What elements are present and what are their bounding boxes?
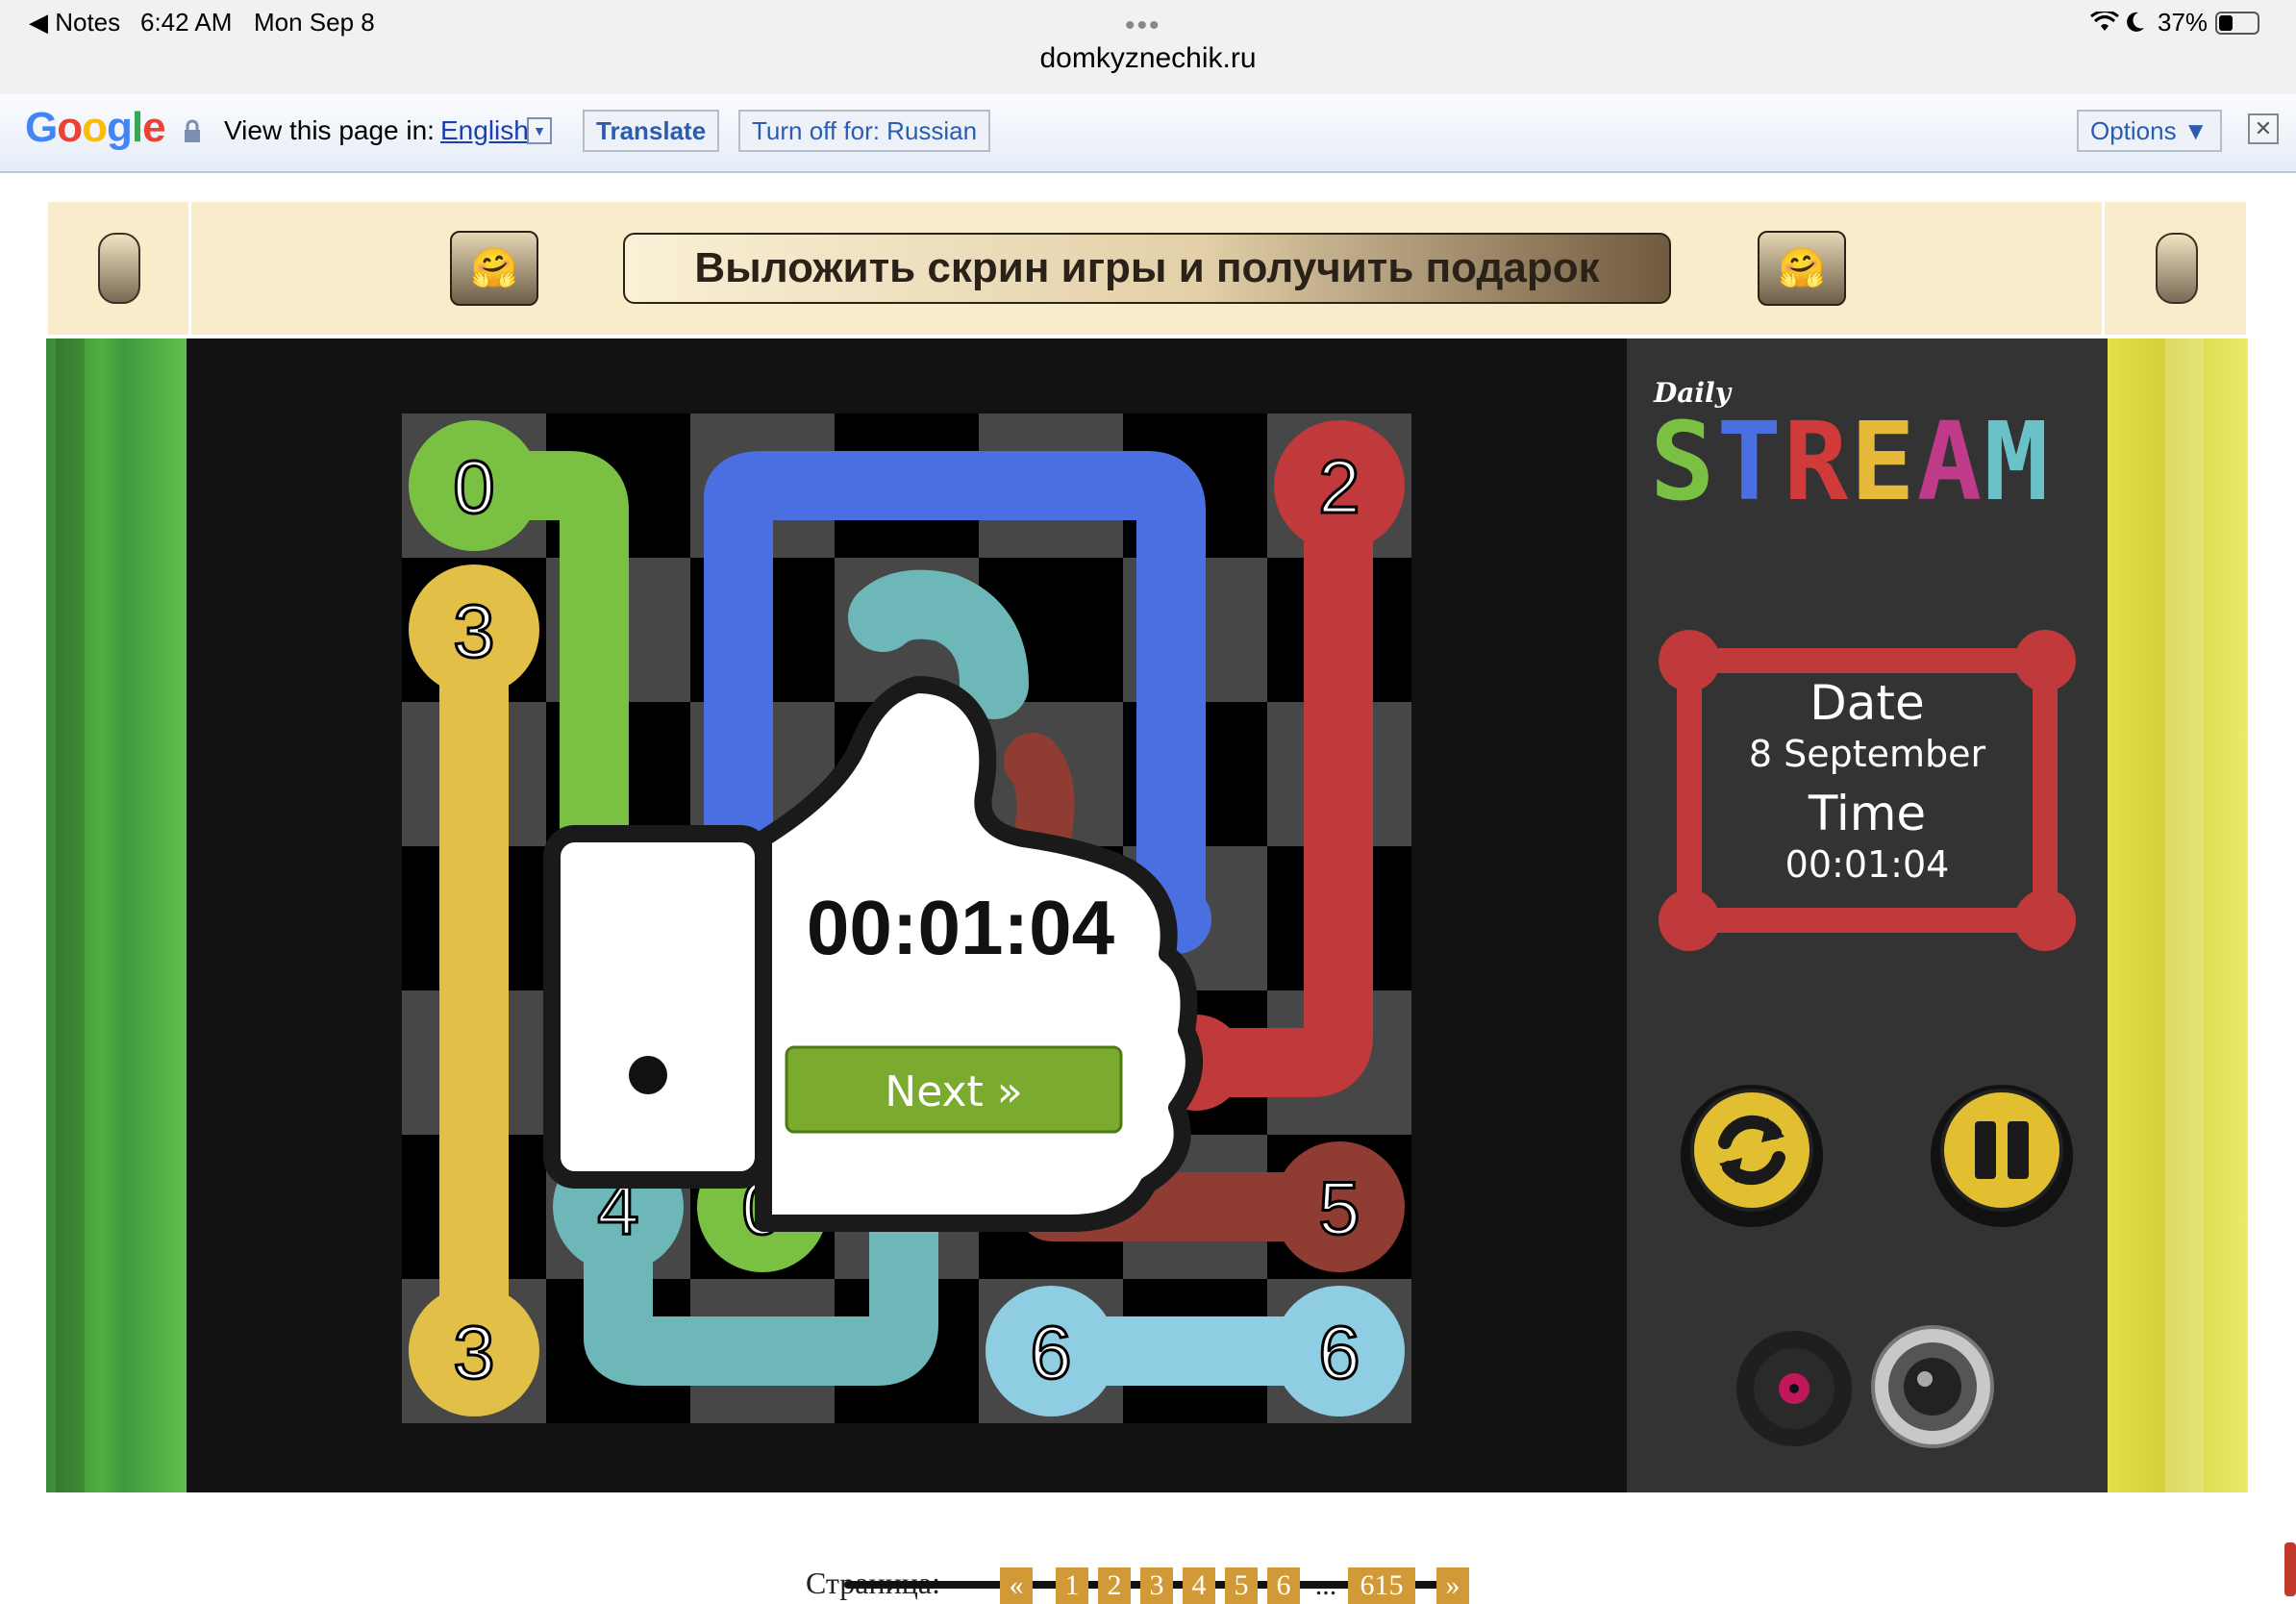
pagination-prev[interactable]: « [1000,1567,1033,1604]
flow-node-label: 3 [453,1310,494,1394]
hug-emoji-button[interactable]: 🤗 [1758,231,1846,306]
logo-letter: M [1984,400,2051,525]
options-button[interactable]: Options ▼ [2077,110,2222,152]
puzzle-board[interactable]: 023340566 00:01:04 Next » [187,338,1627,1492]
result-time: 00:01:04 [807,885,1115,970]
status-bar: ◀ Notes 6:42 AM Mon Sep 8 ••• domkyznech… [0,0,2296,94]
pagination-page[interactable]: 1 [1056,1567,1088,1604]
date: Mon Sep 8 [254,8,375,37]
wifi-icon [2090,12,2119,31]
chevron-down-icon[interactable]: ▼ [527,117,552,144]
clock: 6:42 AM [140,8,233,37]
close-icon[interactable]: ✕ [2248,113,2279,144]
restart-button[interactable] [1675,1079,1829,1233]
game-frame-right [2108,338,2248,1492]
battery-percent: 37% [2158,8,2209,37]
flow-node-label: 2 [1318,444,1360,529]
logo-letter: E [1850,400,1917,525]
date-value: 8 September [1748,733,1986,775]
translate-button[interactable]: Translate [583,110,720,152]
logo-letter: S [1650,400,1717,525]
multitask-dots-icon[interactable]: ••• [1125,10,1161,42]
logo-letter: T [1716,400,1784,525]
lock-icon [185,119,200,142]
time-value: 00:01:04 [1784,843,1950,886]
game-frame-left [46,338,187,1492]
language-select[interactable]: English [440,115,529,146]
promo-button[interactable]: Выложить скрин игры и получить подарок [623,233,1671,304]
flow-node-label: 6 [1318,1310,1360,1394]
banner-divider [188,202,191,335]
logo-letter: R [1783,400,1851,525]
logo-letter: A [1916,400,1984,525]
game-side-panel: Daily STREAM Date 8 September Time 00:01… [1627,338,2108,1492]
flow-node-label: 6 [1030,1310,1071,1394]
side-tab[interactable] [2284,1542,2296,1596]
banner-divider [2102,202,2105,335]
music-record-button[interactable] [1734,1329,1854,1448]
battery-icon [2215,12,2259,35]
promo-banner: 🤗 Выложить скрин игры и получить подарок… [48,202,2246,335]
flow-node-label: 5 [1318,1165,1360,1250]
logo-stream: STREAM [1650,400,2051,525]
banner-knob-left [98,233,140,304]
turn-off-button[interactable]: Turn off for: Russian [738,110,991,152]
back-to-notes[interactable]: ◀ Notes [29,8,120,38]
time-label: Time [1808,786,1927,841]
url-bar[interactable]: domkyznechik.ru [0,42,2296,75]
game-board-area: 023340566 00:01:04 Next » [187,338,1627,1492]
date-label: Date [1809,675,1925,731]
pagination-page[interactable]: 5 [1225,1567,1258,1604]
speaker-icon[interactable] [1869,1323,1996,1450]
pagination-ellipsis: ... [1314,1569,1337,1601]
pagination-next[interactable]: » [1436,1567,1469,1604]
flow-node-label: 0 [453,444,494,529]
pagination-page[interactable]: 4 [1183,1567,1215,1604]
translate-prompt: View this page in: [224,115,435,145]
banner-knob-right [2156,233,2198,304]
pagination-page[interactable]: 3 [1140,1567,1173,1604]
google-logo: Google [25,104,166,151]
next-button-label: Next » [885,1067,1022,1116]
pause-button[interactable] [1925,1079,2079,1233]
flow-node-label: 3 [453,589,494,673]
pagination-page[interactable]: 2 [1098,1567,1131,1604]
moon-icon [2127,12,2144,32]
translate-bar: Google View this page in: English ▼ Tran… [0,94,2296,173]
pagination-page[interactable]: 6 [1267,1567,1300,1604]
next-button[interactable]: Next » [785,1045,1123,1134]
pagination-last[interactable]: 615 [1348,1567,1415,1604]
hug-emoji-button[interactable]: 🤗 [450,231,538,306]
